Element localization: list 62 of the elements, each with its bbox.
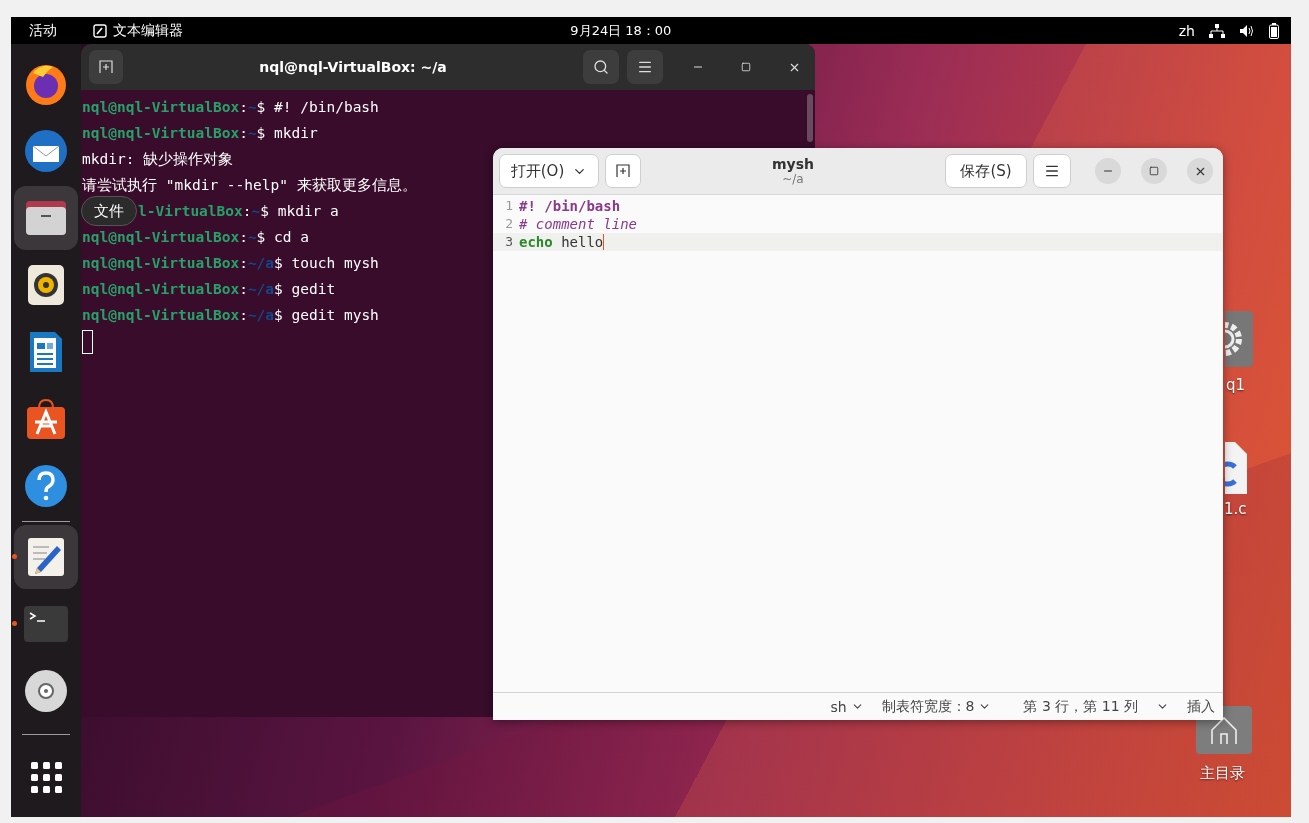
maximize-icon <box>1149 166 1159 176</box>
dock-item[interactable] <box>14 186 78 250</box>
question-mark-icon <box>23 463 69 509</box>
tooltip: 文件 <box>81 196 137 226</box>
tab-width-selector[interactable]: 制表符宽度：8 <box>881 697 992 716</box>
terminal-line: nql@nql-VirtualBox:~/a$ touch mysh <box>82 254 379 273</box>
disc-icon <box>23 668 69 714</box>
gear-icon <box>1225 311 1253 367</box>
code-line: # comment line <box>519 215 637 233</box>
close-button[interactable] <box>1187 158 1213 184</box>
terminal-line: nql@nql-VirtualBox:~$ #! /bin/bash <box>82 98 379 117</box>
new-tab-button[interactable] <box>605 154 641 188</box>
line-number: 2 <box>504 215 514 233</box>
terminal-line: mkdir: 缺少操作对象 <box>82 150 234 169</box>
desktop-icon-label[interactable]: 主目录 <box>1200 764 1245 783</box>
maximize-button[interactable] <box>1141 158 1167 184</box>
menu-icon <box>637 59 653 75</box>
menu-button[interactable] <box>1033 154 1071 188</box>
terminal-line: nql@nql-VirtualBox:~/a$ gedit <box>82 280 336 299</box>
network-icon[interactable] <box>1209 23 1225 38</box>
document-path: ~/a <box>782 172 804 186</box>
new-tab-icon <box>99 60 113 74</box>
app-grid-icon <box>29 760 63 794</box>
document-title: mysh <box>772 156 814 172</box>
desktop-icon-label[interactable]: q1 <box>1226 376 1246 394</box>
terminal-cursor <box>82 330 93 354</box>
bird-envelope-icon <box>23 128 69 174</box>
maximize-icon <box>741 62 751 72</box>
new-tab-button[interactable] <box>89 50 123 84</box>
app-menu[interactable]: 文本编辑器 <box>113 21 183 40</box>
language-selector[interactable]: sh <box>830 698 864 715</box>
scrollbar <box>807 94 813 142</box>
line-number: 3 <box>504 233 514 251</box>
window-title: nql@nql-VirtualBox: ~/a <box>258 59 448 75</box>
code-line: #! /bin/bash <box>519 197 621 215</box>
clock[interactable]: 9月24日 18：00 <box>570 21 672 40</box>
search-button[interactable] <box>583 50 619 84</box>
terminal-line: nql@nql-VirtualBox:~/a$ gedit mysh <box>82 306 379 325</box>
save-button[interactable]: 保存(S) <box>945 154 1027 188</box>
cursor-position: 第 3 行，第 11 列 <box>1023 697 1138 716</box>
code-line: echo hello <box>519 233 605 251</box>
desktop-icon-label[interactable]: 1.c <box>1224 500 1247 518</box>
open-button[interactable]: 打开(O) <box>499 154 599 188</box>
pencil-note-icon <box>93 23 107 38</box>
new-tab-icon <box>616 164 630 178</box>
minimize-button[interactable] <box>1095 158 1121 184</box>
terminal-line: 请尝试执行 "mkdir --help" 来获取更多信息。 <box>82 176 417 195</box>
text-area[interactable]: 1 #! /bin/bash 2 # comment line 3 echo hello <box>493 195 1223 692</box>
battery-icon[interactable] <box>1269 22 1279 39</box>
terminal-line: l-VirtualBox:~$ mkdir a <box>138 202 339 221</box>
volume-icon[interactable] <box>1239 23 1255 38</box>
insert-mode[interactable]: 插入 <box>1187 697 1215 716</box>
menu-button[interactable] <box>627 50 663 84</box>
menu-icon <box>1044 163 1060 179</box>
search-icon <box>593 59 609 75</box>
terminal-line: nql@nql-VirtualBox:~$ mkdir <box>82 124 318 143</box>
c-file-icon <box>1225 440 1249 496</box>
terminal-line: nql@nql-VirtualBox:~$ cd a <box>82 228 309 247</box>
input-method-indicator[interactable]: zh <box>1178 22 1195 39</box>
activities-button[interactable]: 活动 <box>29 21 57 40</box>
dock-item[interactable] <box>14 525 78 589</box>
line-number: 1 <box>504 197 514 215</box>
